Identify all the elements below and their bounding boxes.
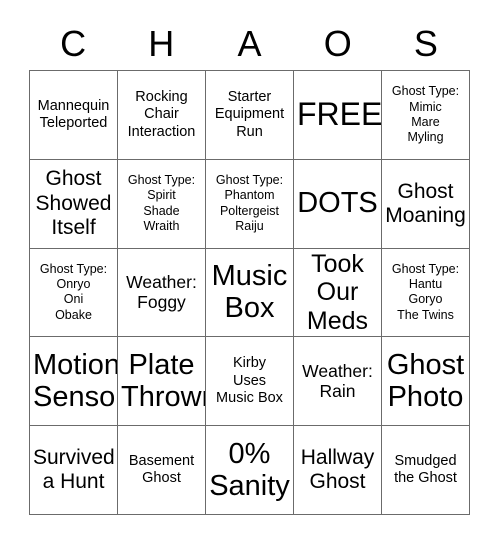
bingo-cell-label: Hallway Ghost — [300, 445, 375, 494]
bingo-cell-label: Survived a Hunt — [33, 445, 115, 494]
bingo-cell-label: Starter Equipment Run — [214, 88, 285, 140]
bingo-cell-label: Rocking Chair Interaction — [127, 88, 196, 140]
bingo-header: C H A O S — [29, 18, 470, 70]
bingo-cell[interactable]: Rocking Chair Interaction — [118, 71, 206, 160]
header-letter-2: H — [148, 23, 175, 64]
bingo-card: C H A O S Mannequin Teleported Rocking Ch… — [0, 0, 500, 544]
bingo-cell[interactable]: Motion Sensor — [30, 337, 118, 427]
bingo-cell-label: Weather: Rain — [302, 360, 373, 402]
bingo-cell-label: Smudged the Ghost — [394, 452, 457, 487]
bingo-cell-label: Weather: Foggy — [126, 271, 197, 313]
bingo-cell[interactable]: Starter Equipment Run — [206, 71, 294, 160]
header-letter-4: O — [323, 23, 352, 64]
bingo-cell[interactable]: Ghost Type: Onryo Oni Obake — [30, 248, 118, 338]
bingo-cell[interactable]: Weather: Foggy — [118, 248, 206, 338]
bingo-cell-label: Ghost Type: Onryo Oni Obake — [39, 261, 108, 322]
bingo-cell-label: Took Our Meds — [306, 249, 369, 335]
bingo-cell-label: Ghost Type: Hantu Goryo The Twins — [391, 261, 460, 322]
bingo-cell[interactable]: FREE — [294, 71, 382, 160]
bingo-cell-label: Ghost Type: Mimic Mare Myling — [391, 84, 460, 145]
bingo-cell[interactable]: Plate Thrown — [118, 337, 206, 427]
bingo-cell[interactable]: Ghost Type: Hantu Goryo The Twins — [382, 248, 470, 338]
bingo-cell[interactable]: Ghost Showed Itself — [30, 159, 118, 249]
bingo-cell-label: Plate Thrown — [121, 348, 205, 414]
bingo-cell-label: Mannequin Teleported — [37, 97, 110, 131]
bingo-cell[interactable]: Ghost Photo — [382, 337, 470, 427]
bingo-cell-label: Music Box — [211, 260, 288, 325]
bingo-grid: Mannequin Teleported Rocking Chair Intera… — [29, 70, 470, 515]
bingo-cell-label: Ghost Moaning — [385, 179, 466, 227]
bingo-cell-label: Ghost Type: Phantom Poltergeist Raiju — [215, 173, 284, 233]
bingo-cell[interactable]: Survived a Hunt — [30, 426, 118, 515]
header-letter-5: S — [413, 23, 438, 64]
header-letter-1: C — [60, 23, 87, 64]
bingo-cell[interactable]: Hallway Ghost — [294, 426, 382, 515]
bingo-cell[interactable]: Mannequin Teleported — [30, 71, 118, 160]
bingo-cell[interactable]: Kirby Uses Music Box — [206, 337, 294, 427]
bingo-cell-label: Ghost Photo — [386, 348, 465, 414]
header-letter-3: A — [237, 23, 262, 64]
bingo-cell-label: Kirby Uses Music Box — [216, 355, 283, 406]
bingo-cell[interactable]: DOTS — [294, 159, 382, 249]
bingo-cell-label: Basement Ghost — [128, 452, 195, 487]
bingo-cell[interactable]: Music Box — [206, 248, 294, 338]
bingo-cell-label: Ghost Type: Spirit Shade Wraith — [127, 173, 196, 233]
bingo-cell[interactable]: Ghost Moaning — [382, 159, 470, 249]
bingo-cell[interactable]: Basement Ghost — [118, 426, 206, 515]
bingo-cell[interactable]: Took Our Meds — [294, 248, 382, 338]
bingo-cell[interactable]: Ghost Type: Phantom Poltergeist Raiju — [206, 159, 294, 249]
bingo-cell[interactable]: Smudged the Ghost — [382, 426, 470, 515]
bingo-cell-label: FREE — [297, 96, 382, 133]
bingo-cell-label: Ghost Showed Itself — [35, 167, 112, 239]
bingo-cell-label: Motion Sensor — [33, 348, 118, 414]
bingo-cell[interactable]: 0% Sanity — [206, 426, 294, 515]
bingo-cell[interactable]: Ghost Type: Spirit Shade Wraith — [118, 159, 206, 249]
bingo-cell-label: DOTS — [297, 187, 378, 220]
bingo-cell-label: 0% Sanity — [209, 437, 290, 503]
bingo-cell[interactable]: Ghost Type: Mimic Mare Myling — [382, 71, 470, 160]
bingo-cell[interactable]: Weather: Rain — [294, 337, 382, 427]
